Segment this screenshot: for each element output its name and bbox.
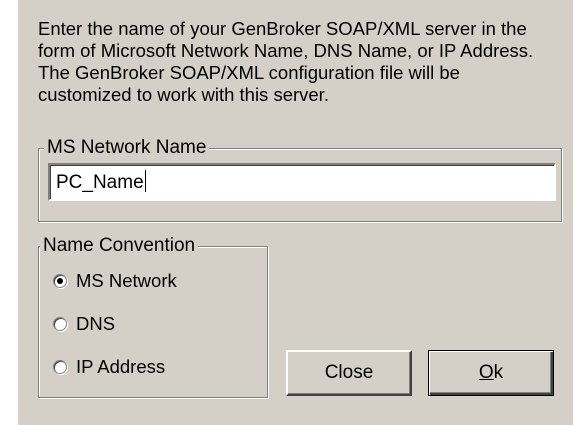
radio-ip-address-label: IP Address — [76, 356, 166, 377]
radio-dns-label: DNS — [76, 313, 116, 334]
ok-button[interactable]: Ok — [428, 350, 554, 396]
radio-ms-network-label: MS Network — [76, 270, 177, 291]
server-name-value: PC_Name — [56, 172, 144, 193]
radio-ms-network[interactable]: MS Network — [53, 269, 177, 293]
radio-ms-network-indicator[interactable] — [53, 274, 67, 288]
ok-button-label: Ok — [479, 362, 503, 384]
radio-dns[interactable]: DNS — [53, 312, 115, 336]
ok-label-rest: k — [493, 362, 504, 383]
instructions-text: Enter the name of your GenBroker SOAP/XM… — [38, 18, 534, 105]
radio-ip-address-indicator[interactable] — [53, 360, 67, 374]
server-name-input[interactable]: PC_Name — [48, 163, 556, 201]
name-convention-legend: Name Convention — [40, 236, 199, 256]
text-caret — [144, 170, 146, 192]
server-name-dialog: Enter the name of your GenBroker SOAP/XM… — [18, 0, 573, 425]
ok-accelerator: O — [478, 362, 494, 383]
ms-network-name-legend: MS Network Name — [44, 138, 210, 158]
close-button[interactable]: Close — [286, 350, 412, 396]
radio-dns-indicator[interactable] — [53, 317, 67, 331]
close-button-label: Close — [324, 362, 374, 383]
radio-ip-address[interactable]: IP Address — [53, 355, 165, 379]
